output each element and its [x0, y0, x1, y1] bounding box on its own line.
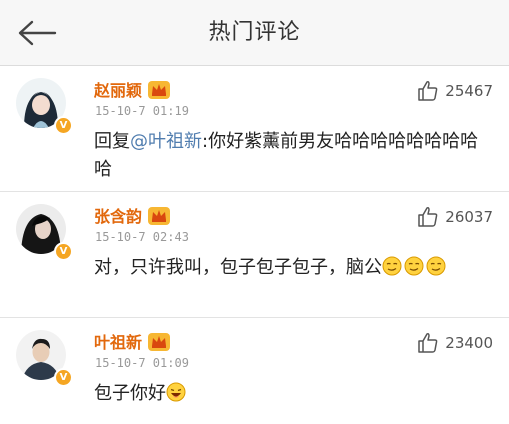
verified-badge-icon: V: [54, 368, 73, 387]
thumbs-up-icon: [418, 333, 438, 353]
like-count: 23400: [445, 334, 493, 352]
like-button[interactable]: 26037: [417, 204, 493, 230]
laugh-emoji-icon: [166, 382, 186, 402]
smirk-emoji-icon: [426, 256, 446, 276]
mention-link[interactable]: @叶祖新: [130, 131, 202, 152]
comment-text: 包子你好: [94, 380, 489, 408]
user-name[interactable]: 赵丽颖: [94, 77, 142, 101]
top-bar: 热门评论: [0, 0, 509, 66]
comment-time: 15-10-7 02:43: [95, 230, 189, 244]
thumbs-up-icon: [418, 81, 438, 101]
page-title: 热门评论: [208, 20, 301, 45]
like-count: 25467: [445, 82, 493, 100]
comment-text: 对，只许我叫，包子包子包子，脑公: [94, 254, 489, 282]
comment-item: V 叶祖新 15-10-7 01:09 23400 包子你好: [0, 318, 509, 424]
vip-crown-icon: [148, 333, 171, 351]
like-count: 26037: [445, 208, 493, 226]
comment-time: 15-10-7 01:09: [95, 356, 189, 370]
verified-badge-icon: V: [54, 242, 73, 261]
comment-item: V 张含韵 15-10-7 02:43 26037 对，只许我叫，包子包子包子，…: [0, 192, 509, 318]
comment-time: 15-10-7 01:19: [95, 104, 189, 118]
like-button[interactable]: 25467: [417, 78, 493, 104]
comment-text: 回复@叶祖新:你好紫薰前男友哈哈哈哈哈哈哈哈哈: [94, 128, 489, 184]
comment-item: V 赵丽颖 15-10-7 01:19 25467 回复@叶祖新:你好紫薰前男友…: [0, 66, 509, 192]
smirk-emoji-icon: [404, 256, 424, 276]
verified-badge-icon: V: [54, 116, 73, 135]
vip-crown-icon: [148, 81, 171, 99]
smirk-emoji-icon: [382, 256, 402, 276]
comment-body: 对，只许我叫，包子包子包子，脑公: [94, 257, 382, 278]
user-name[interactable]: 叶祖新: [94, 329, 142, 353]
reply-prefix: 回复: [94, 131, 130, 152]
comment-list: V 赵丽颖 15-10-7 01:19 25467 回复@叶祖新:你好紫薰前男友…: [0, 66, 509, 424]
thumbs-up-icon: [418, 207, 438, 227]
comment-body: 包子你好: [94, 383, 166, 404]
like-button[interactable]: 23400: [417, 330, 493, 356]
vip-crown-icon: [148, 207, 171, 225]
user-name[interactable]: 张含韵: [94, 203, 142, 227]
